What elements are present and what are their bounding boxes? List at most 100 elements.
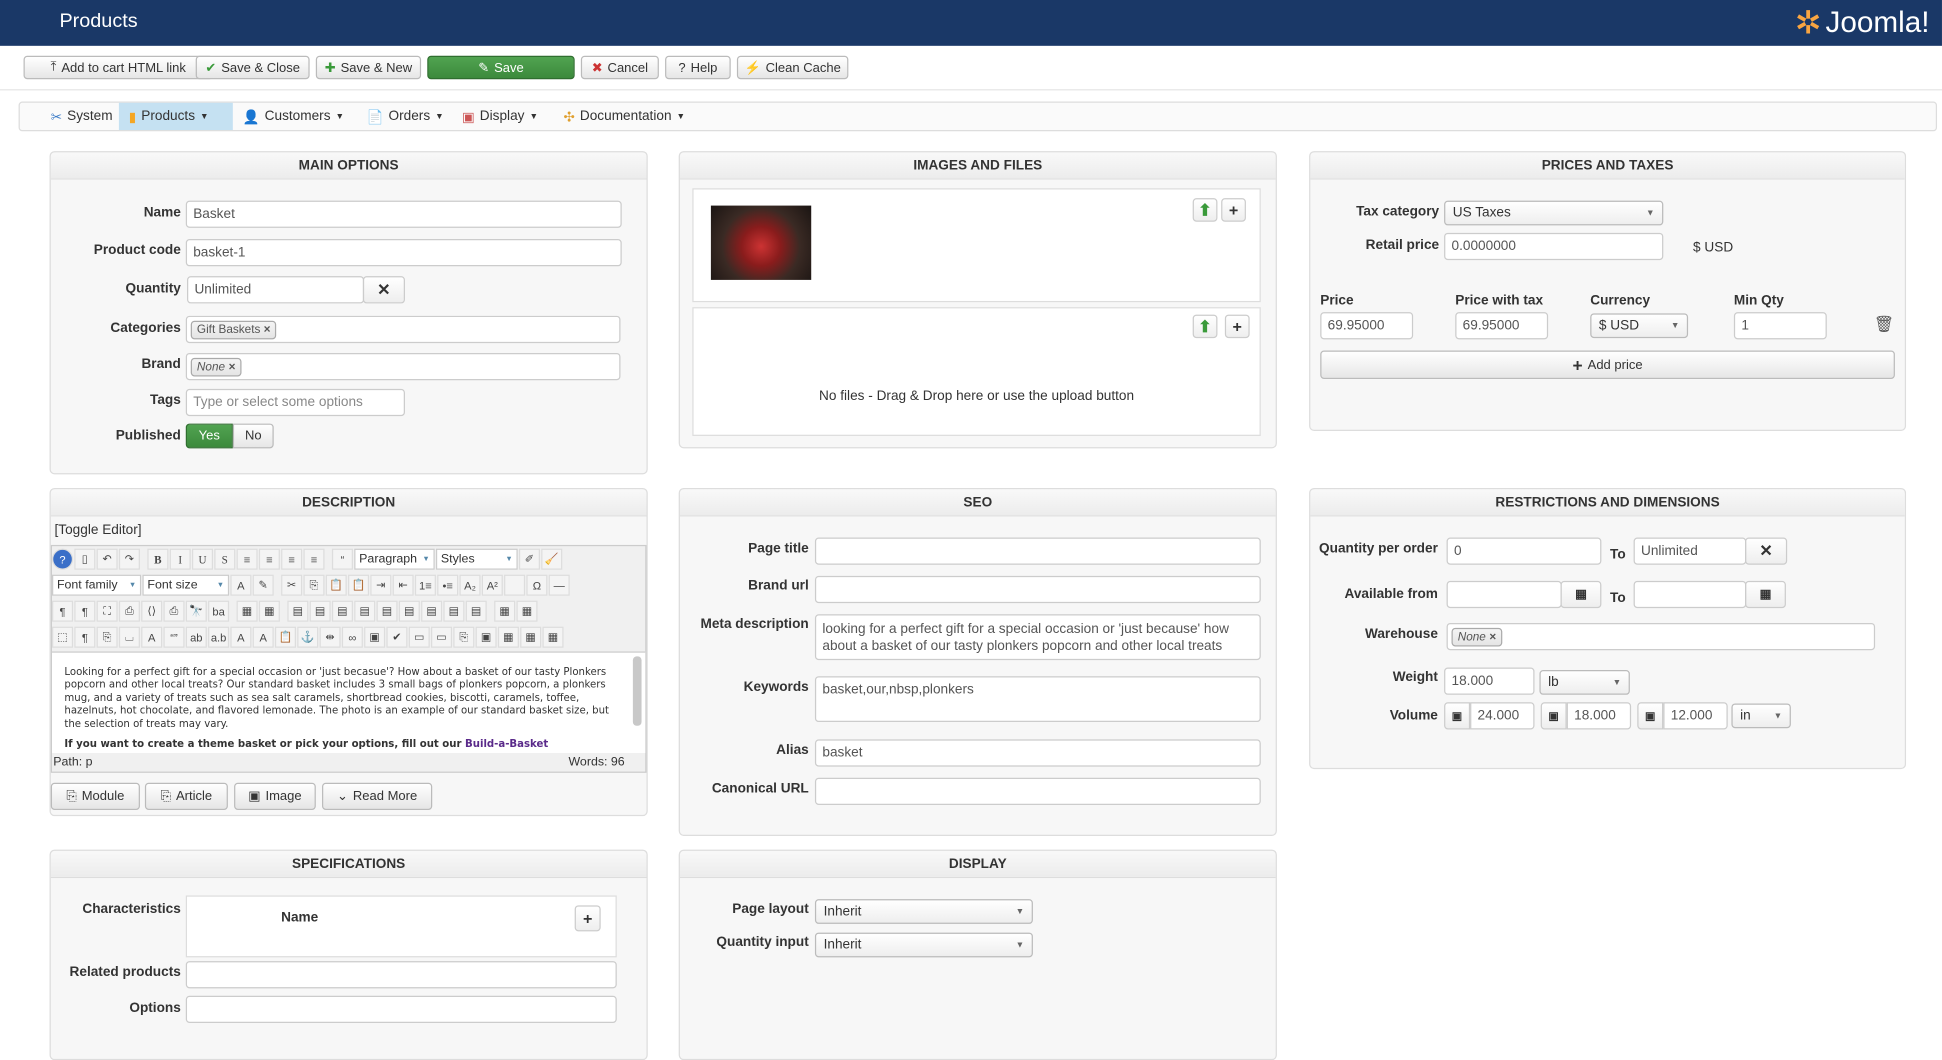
save-button[interactable]: ✎ Save — [427, 55, 575, 80]
editor-8-button-icon[interactable]: S — [214, 548, 236, 570]
editor-6-button-icon[interactable]: I — [169, 548, 191, 570]
warehouse-tag[interactable]: None × — [1451, 627, 1503, 646]
editor-15-button-icon[interactable]: ✔ — [386, 626, 408, 648]
cancel-button[interactable]: ✖ Cancel — [580, 55, 659, 80]
joomla-logo[interactable]: ✲ Joomla! — [1795, 4, 1930, 42]
tags-input[interactable]: Type or select some options — [185, 388, 405, 417]
calendar-button[interactable]: ▦ — [1745, 580, 1786, 609]
editor-18-button-icon[interactable]: ⎘ — [453, 626, 475, 648]
save-close-button[interactable]: ✔ Save & Close — [195, 55, 310, 80]
weight-input[interactable]: 18.000 — [1444, 667, 1535, 695]
clean-icon[interactable]: 🧹 — [541, 548, 563, 570]
editor-17-button-icon[interactable]: ▤ — [398, 600, 420, 622]
menu-customers[interactable]: 👤 Customers ▼ — [233, 103, 357, 130]
editor-12-button-icon[interactable]: A² — [481, 574, 503, 596]
editor-5-button-icon[interactable]: 📋 — [325, 574, 347, 596]
read-more-button[interactable]: ⌄ Read More — [322, 782, 433, 810]
editor-13-button-icon[interactable] — [504, 574, 526, 596]
editor-5-button-icon[interactable]: “” — [163, 626, 185, 648]
editor-12-button-icon[interactable]: ▤ — [287, 600, 309, 622]
add-characteristic-button[interactable]: + — [574, 905, 601, 932]
editor-3-button-icon[interactable]: ✂ — [281, 574, 303, 596]
page-layout-select[interactable]: Inherit ▼ — [814, 899, 1033, 924]
product-image-thumbnail[interactable] — [710, 205, 812, 280]
available-to-input[interactable] — [1633, 580, 1747, 609]
editor-3-button-icon[interactable]: ⎙ — [118, 600, 140, 622]
editor-4-button-icon[interactable]: ⟨⟩ — [141, 600, 163, 622]
menu-orders[interactable]: 📄 Orders ▼ — [357, 103, 452, 130]
brand-input[interactable]: None × — [185, 352, 621, 381]
upload-image-button[interactable]: ⬆ — [1192, 198, 1218, 222]
published-yes-button[interactable]: Yes — [185, 423, 233, 449]
page-title-input[interactable] — [814, 537, 1261, 565]
editor-10-button-icon[interactable]: •≡ — [437, 574, 459, 596]
brand-tag[interactable]: None × — [190, 357, 242, 376]
menu-documentation[interactable]: ✣ Documentation ▼ — [554, 103, 690, 130]
editor-9-button-icon[interactable]: 1≡ — [414, 574, 436, 596]
editor-1-button-icon[interactable]: ▯ — [74, 548, 96, 570]
toggle-editor-link[interactable]: [Toggle Editor] — [54, 523, 141, 538]
editor-10-button-icon[interactable]: ▦ — [258, 600, 280, 622]
canonical-url-input[interactable] — [814, 777, 1261, 806]
weight-unit-select[interactable]: lb ▼ — [1539, 670, 1630, 695]
keywords-textarea[interactable]: basket,our,nbsp,plonkers — [814, 676, 1261, 723]
editor-scrollbar[interactable] — [632, 656, 642, 726]
editor-21-button-icon[interactable]: ▦ — [520, 626, 542, 648]
meta-description-textarea[interactable]: looking for a perfect gift for a special… — [814, 614, 1261, 661]
upload-file-button[interactable]: ⬆ — [1192, 314, 1218, 339]
clean-cache-button[interactable]: ⚡ Clean Cache — [736, 55, 849, 80]
editor-6-button-icon[interactable]: ab — [185, 626, 207, 648]
editor-19-button-icon[interactable]: ▤ — [443, 600, 465, 622]
editor-8-button-icon[interactable]: ⇤ — [392, 574, 414, 596]
editor-7-button-icon[interactable]: U — [191, 548, 214, 570]
editor-16-button-icon[interactable]: ▤ — [376, 600, 398, 622]
quantity-to-input[interactable]: Unlimited — [1633, 537, 1747, 565]
brand-url-input[interactable] — [814, 575, 1261, 604]
editor-14-button-icon[interactable]: “ — [331, 548, 353, 570]
editor-7-button-icon[interactable]: a.b — [208, 626, 230, 648]
styles-select[interactable]: Styles ▼ — [435, 548, 518, 570]
editor-20-button-icon[interactable]: ▤ — [465, 600, 487, 622]
editor-11-button-icon[interactable]: ≡ — [281, 548, 303, 570]
help-button[interactable]: ? Help — [665, 55, 731, 80]
menu-products[interactable]: ▮ Products ▼ — [118, 102, 233, 131]
editor-7-button-icon[interactable]: ⇥ — [370, 574, 392, 596]
editor-5-button-icon[interactable]: ⎙ — [163, 600, 185, 622]
editor-1-button-icon[interactable]: ✎ — [252, 574, 274, 596]
editor-0-button-icon[interactable]: ⬚ — [52, 626, 74, 648]
price-with-tax-input[interactable]: 69.95000 — [1455, 312, 1549, 340]
related-products-input[interactable] — [185, 961, 617, 989]
clear-quantity-to-button[interactable]: ✕ — [1745, 537, 1788, 565]
calendar-button[interactable]: ▦ — [1560, 580, 1602, 609]
editor-22-button-icon[interactable]: ▦ — [542, 626, 564, 648]
quantity-from-input[interactable]: 0 — [1446, 537, 1602, 565]
categories-input[interactable]: Gift Baskets × — [185, 315, 621, 344]
editor-18-button-icon[interactable]: ▤ — [421, 600, 443, 622]
editor-6-button-icon[interactable]: 📋 — [348, 574, 370, 596]
build-a-basket-link[interactable]: Build-a-Basket — [465, 737, 548, 749]
save-new-button[interactable]: ✚ Save & New — [315, 55, 422, 80]
volume-v2-input[interactable]: 18.000 — [1566, 702, 1632, 730]
editor-22-button-icon[interactable]: ▦ — [494, 600, 516, 622]
tax-category-select[interactable]: US Taxes ▼ — [1444, 200, 1664, 226]
warehouse-input[interactable]: None × — [1446, 622, 1876, 651]
editor-2-button-icon[interactable]: ⎘ — [96, 626, 118, 648]
editor-0-button-icon[interactable]: ? — [52, 548, 74, 570]
editor-4-button-icon[interactable]: A — [141, 626, 163, 648]
editor-12-button-icon[interactable]: ≡ — [303, 548, 325, 570]
editor-11-button-icon[interactable]: A₂ — [459, 574, 481, 596]
editor-5-button-icon[interactable]: B — [147, 548, 169, 570]
volume-v3-input[interactable]: 12.000 — [1663, 702, 1728, 730]
editor-23-button-icon[interactable]: ▦ — [516, 600, 538, 622]
editor-11-button-icon[interactable]: ⚓ — [297, 626, 319, 648]
currency-select[interactable]: $ USD ▼ — [1590, 313, 1689, 339]
font-family-select[interactable]: Font family ▼ — [52, 574, 142, 596]
eraser-icon[interactable]: ✐ — [518, 548, 540, 570]
add-file-button[interactable]: + — [1224, 314, 1250, 339]
font-size-select[interactable]: Font size ▼ — [142, 574, 230, 596]
editor-10-button-icon[interactable]: 📋 — [274, 626, 297, 648]
trash-icon[interactable]: 🗑 — [1874, 315, 1894, 335]
article-button[interactable]: ⎘ Article — [144, 782, 228, 810]
add-image-button[interactable]: + — [1221, 198, 1246, 222]
menu-display[interactable]: ▣ Display ▼ — [452, 103, 554, 130]
